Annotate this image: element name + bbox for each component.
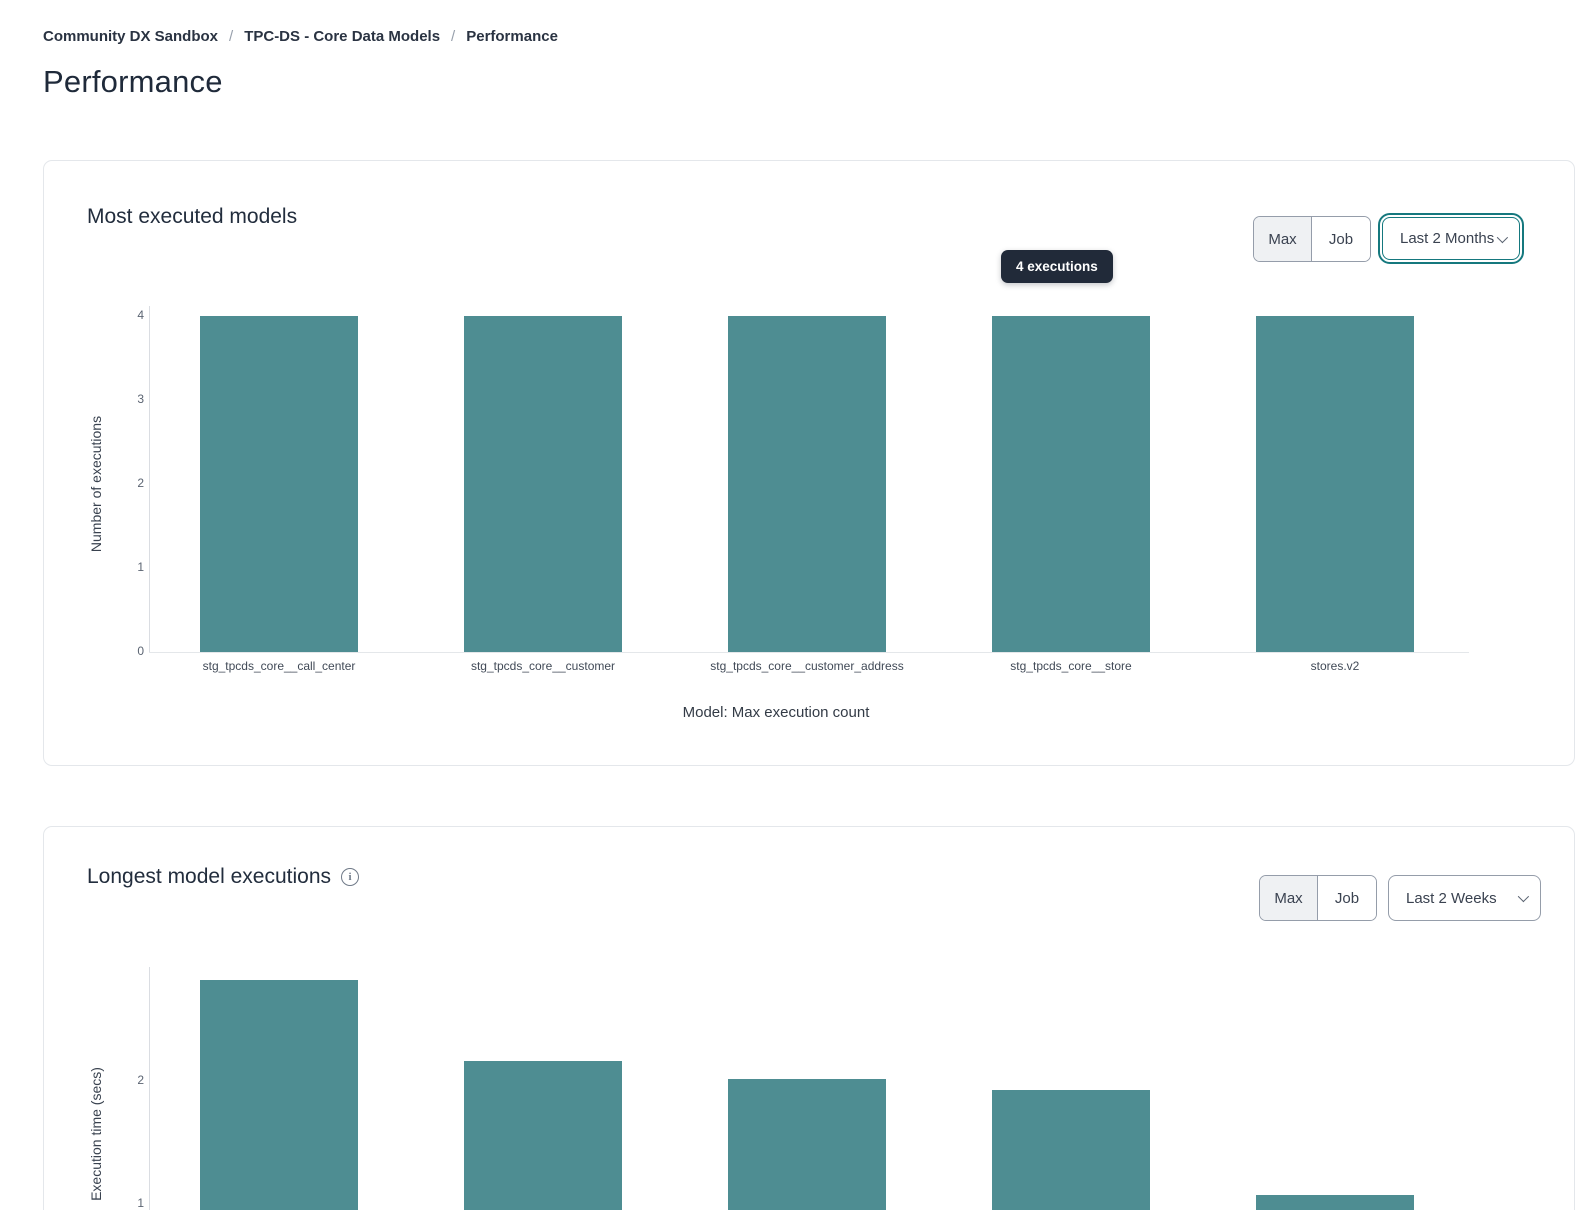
aggregation-toggle: Max Job (1259, 875, 1377, 921)
y-axis-line (149, 306, 150, 652)
bar[interactable] (200, 980, 358, 1210)
bar[interactable] (464, 1061, 622, 1210)
y-tick: 4 (102, 308, 144, 322)
max-toggle-button[interactable]: Max (1254, 217, 1312, 261)
x-category-label: stores.v2 (1185, 659, 1485, 673)
job-toggle-button[interactable]: Job (1312, 217, 1370, 261)
bar[interactable] (992, 1090, 1150, 1210)
bar[interactable] (728, 1079, 886, 1210)
bar[interactable] (1256, 316, 1414, 652)
y-axis-label: Execution time (secs) (88, 1067, 104, 1201)
breadcrumb-item-current: Performance (466, 28, 558, 45)
y-tick: 0 (102, 644, 144, 658)
bar[interactable] (992, 316, 1150, 652)
y-axis-line (149, 967, 150, 1210)
y-tick: 2 (102, 1073, 144, 1087)
card-title: Most executed models (87, 205, 297, 229)
aggregation-toggle: Max Job (1253, 216, 1371, 262)
x-axis-line (149, 652, 1469, 653)
breadcrumb-item-project[interactable]: Community DX Sandbox (43, 28, 218, 45)
performance-page: Community DX Sandbox / TPC-DS - Core Dat… (0, 0, 1584, 1210)
breadcrumb-separator: / (229, 28, 233, 45)
x-category-label: stg_tpcds_core__customer (393, 659, 693, 673)
time-range-dropdown[interactable]: Last 2 Weeks (1388, 875, 1541, 921)
chevron-down-icon (1497, 231, 1508, 242)
max-toggle-button[interactable]: Max (1260, 876, 1318, 920)
card-title: Longest model executions i (87, 865, 359, 889)
x-axis-title: Model: Max execution count (476, 704, 1076, 721)
longest-model-executions-card: Longest model executions i Max Job Last … (43, 826, 1575, 1210)
job-toggle-button[interactable]: Job (1318, 876, 1376, 920)
x-category-label: stg_tpcds_core__call_center (129, 659, 429, 673)
most-executed-models-card: Most executed models Max Job Last 2 Mont… (43, 160, 1575, 766)
breadcrumb: Community DX Sandbox / TPC-DS - Core Dat… (43, 28, 558, 45)
breadcrumb-item-environment[interactable]: TPC-DS - Core Data Models (244, 28, 440, 45)
bar[interactable] (1256, 1195, 1414, 1210)
y-tick: 3 (102, 392, 144, 406)
bar[interactable] (464, 316, 622, 652)
chevron-down-icon (1518, 891, 1529, 902)
y-tick: 2 (102, 476, 144, 490)
y-tick: 1 (102, 560, 144, 574)
time-range-dropdown[interactable]: Last 2 Months (1382, 217, 1520, 260)
bar[interactable] (728, 316, 886, 652)
y-tick: 1 (102, 1196, 144, 1210)
page-title: Performance (43, 64, 223, 100)
x-category-label: stg_tpcds_core__customer_address (657, 659, 957, 673)
chart-tooltip: 4 executions (1001, 250, 1113, 283)
x-category-label: stg_tpcds_core__store (921, 659, 1221, 673)
breadcrumb-separator: / (451, 28, 455, 45)
bar[interactable] (200, 316, 358, 652)
info-icon[interactable]: i (341, 868, 359, 886)
